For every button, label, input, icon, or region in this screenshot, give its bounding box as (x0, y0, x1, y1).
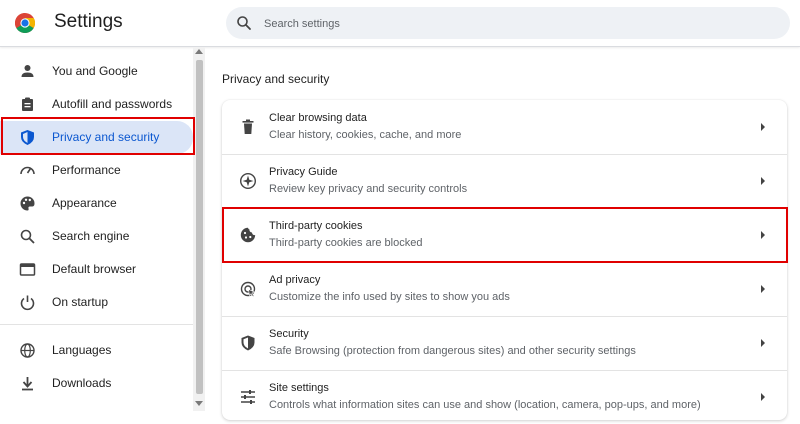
scroll-down-arrow-icon[interactable] (195, 401, 203, 406)
row-divider (222, 370, 787, 371)
row-subtitle: Clear history, cookies, cache, and more (269, 129, 462, 141)
chevron-right-icon (761, 123, 765, 131)
row-subtitle: Safe Browsing (protection from dangerous… (269, 345, 636, 357)
ad-privacy-icon (240, 281, 256, 298)
row-title: Ad privacy (269, 274, 321, 286)
row-divider (222, 262, 787, 263)
cookie-icon (240, 227, 256, 243)
privacy-settings-card: Clear browsing data Clear history, cooki… (222, 100, 787, 420)
sidebar-item-appearance[interactable]: Appearance (0, 187, 193, 220)
palette-icon (20, 196, 35, 211)
row-ad-privacy[interactable]: Ad privacy Customize the info used by si… (222, 262, 787, 316)
sidebar-item-label: You and Google (52, 64, 138, 78)
search-box[interactable] (226, 7, 790, 41)
sidebar-item-label: Languages (52, 343, 112, 357)
globe-icon (20, 343, 35, 358)
sidebar-item-performance[interactable]: Performance (0, 154, 193, 187)
row-site-settings[interactable]: Site settings Controls what information … (222, 370, 787, 424)
compass-icon (239, 172, 257, 190)
person-icon (21, 65, 34, 77)
search-icon (20, 229, 35, 244)
page-title: Settings (54, 11, 123, 32)
row-subtitle: Customize the info used by sites to show… (269, 291, 510, 303)
row-title: Third-party cookies (269, 220, 363, 232)
sidebar: You and Google Autofill and passwords Pr… (0, 47, 193, 411)
search-input[interactable] (262, 7, 766, 41)
row-privacy-guide[interactable]: Privacy Guide Review key privacy and sec… (222, 154, 787, 208)
section-title: Privacy and security (222, 72, 330, 86)
chevron-right-icon (761, 285, 765, 293)
trash-icon (242, 119, 254, 134)
sidebar-item-autofill[interactable]: Autofill and passwords (0, 88, 193, 121)
sidebar-item-downloads[interactable]: Downloads (0, 367, 193, 400)
power-icon (20, 295, 35, 311)
sidebar-item-label: Autofill and passwords (52, 97, 173, 111)
search-icon (237, 16, 251, 30)
chevron-right-icon (761, 231, 765, 239)
sidebar-scrollbar-thumb[interactable] (196, 60, 203, 394)
sliders-icon (241, 390, 255, 404)
sidebar-item-label: Performance (52, 163, 121, 177)
sidebar-item-search-engine[interactable]: Search engine (0, 220, 193, 253)
row-divider (222, 154, 787, 155)
download-icon (22, 377, 33, 391)
sidebar-item-privacy-and-security[interactable]: Privacy and security (0, 121, 193, 154)
row-divider (222, 208, 787, 209)
sidebar-item-label: Privacy and security (52, 130, 160, 144)
sidebar-item-label: Downloads (52, 376, 112, 390)
row-clear-browsing-data[interactable]: Clear browsing data Clear history, cooki… (222, 100, 787, 154)
sidebar-item-label: Default browser (52, 262, 137, 276)
sidebar-item-label: Search engine (52, 229, 130, 243)
row-title: Security (269, 328, 309, 340)
row-title: Clear browsing data (269, 112, 367, 124)
browser-icon (19, 263, 36, 276)
sidebar-item-label: Appearance (52, 196, 117, 210)
row-third-party-cookies[interactable]: Third-party cookies Third-party cookies … (222, 208, 787, 262)
sidebar-item-default-browser[interactable]: Default browser (0, 253, 193, 286)
clipboard-icon (22, 97, 33, 111)
row-title: Site settings (269, 382, 329, 394)
top-bar: Settings (0, 0, 800, 47)
sidebar-item-on-startup[interactable]: On startup (0, 286, 193, 319)
row-subtitle: Review key privacy and security controls (269, 183, 468, 195)
row-subtitle: Controls what information sites can use … (269, 399, 701, 411)
row-subtitle: Third-party cookies are blocked (269, 237, 423, 249)
row-divider (222, 316, 787, 317)
row-security[interactable]: Security Safe Browsing (protection from … (222, 316, 787, 370)
sidebar-item-you-and-google[interactable]: You and Google (0, 55, 193, 88)
row-title: Privacy Guide (269, 166, 338, 178)
chevron-right-icon (761, 177, 765, 185)
sidebar-item-languages[interactable]: Languages (0, 334, 193, 367)
security-shield-icon (241, 335, 255, 351)
scroll-up-arrow-icon[interactable] (195, 49, 203, 54)
chevron-right-icon (761, 339, 765, 347)
sidebar-divider (0, 324, 193, 325)
sidebar-item-label: On startup (52, 295, 109, 309)
shield-icon (21, 130, 34, 145)
chevron-right-icon (761, 393, 765, 401)
chrome-logo-icon (15, 13, 35, 33)
speedometer-icon (20, 166, 35, 175)
